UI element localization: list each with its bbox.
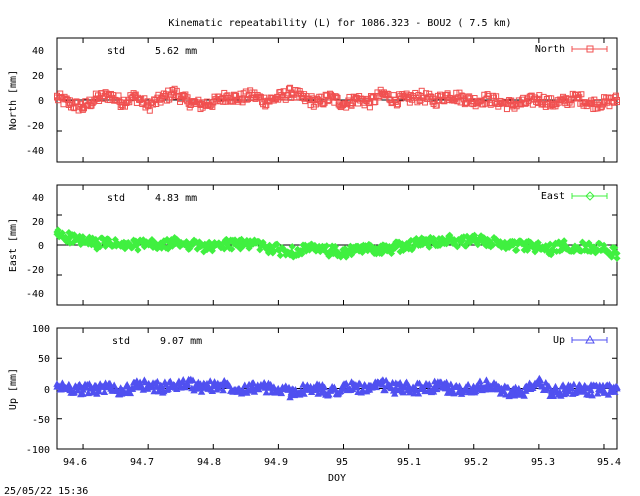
legend-key-up xyxy=(571,334,608,344)
y-tick-label: 0 xyxy=(44,385,50,396)
x-tick-label: 94.8 xyxy=(197,457,221,468)
x-tick-label: 95.3 xyxy=(531,457,555,468)
y-tick-label: 0 xyxy=(38,96,44,107)
std-value-east: 4.83 mm xyxy=(155,193,197,204)
y-tick-label: 40 xyxy=(32,193,44,204)
y-tick-label: 50 xyxy=(38,354,50,365)
std-label-up: std xyxy=(112,336,130,347)
std-label-north: std xyxy=(107,46,125,57)
chart-title: Kinematic repeatability (L) for 1086.323… xyxy=(168,18,511,29)
std-value-north: 5.62 mm xyxy=(155,46,197,57)
data-marker xyxy=(503,106,510,113)
y-tick-label: 20 xyxy=(32,217,44,228)
y-tick-label: -50 xyxy=(32,415,50,426)
y-tick-label: -40 xyxy=(26,146,44,157)
timestamp: 25/05/22 15:36 xyxy=(4,486,88,496)
data-marker xyxy=(551,382,560,390)
x-tick-label: 95.2 xyxy=(464,457,488,468)
y-axis-label-east: East [mm] xyxy=(8,218,19,272)
legend-label-up: Up xyxy=(553,335,565,346)
y-tick-label: 0 xyxy=(38,241,44,252)
legend-label-north: North xyxy=(535,44,565,55)
std-label-east: std xyxy=(107,193,125,204)
data-marker xyxy=(570,380,578,388)
y-tick-label: -20 xyxy=(26,121,44,132)
chart: Kinematic repeatability (L) for 1086.323… xyxy=(4,18,621,496)
data-marker xyxy=(276,251,284,260)
y-tick-label: 100 xyxy=(32,324,50,335)
y-axis-label-up: Up [mm] xyxy=(8,368,19,410)
legend-key-north xyxy=(571,45,608,53)
legend-label-east: East xyxy=(541,191,565,202)
x-tick-label: 95.1 xyxy=(397,457,421,468)
y-tick-label: 20 xyxy=(32,71,44,82)
x-axis-label: DOY xyxy=(328,473,346,484)
legend-key-east xyxy=(571,191,608,201)
y-tick-label: -100 xyxy=(26,445,50,456)
data-marker xyxy=(476,377,484,385)
x-tick-label: 94.7 xyxy=(130,457,154,468)
y-tick-label: -20 xyxy=(26,265,44,276)
x-tick-label: 94.9 xyxy=(264,457,288,468)
data-marker xyxy=(307,102,314,109)
data-marker xyxy=(179,376,187,383)
y-tick-label: 40 xyxy=(32,46,44,57)
x-tick-label: 94.6 xyxy=(63,457,87,468)
y-tick-label: -40 xyxy=(26,289,44,300)
y-axis-label-north: North [mm] xyxy=(8,70,19,130)
data-marker xyxy=(134,246,142,254)
x-tick-label: 95 xyxy=(336,457,348,468)
x-tick-label: 95.4 xyxy=(597,457,621,468)
std-value-up: 9.07 mm xyxy=(160,336,202,347)
